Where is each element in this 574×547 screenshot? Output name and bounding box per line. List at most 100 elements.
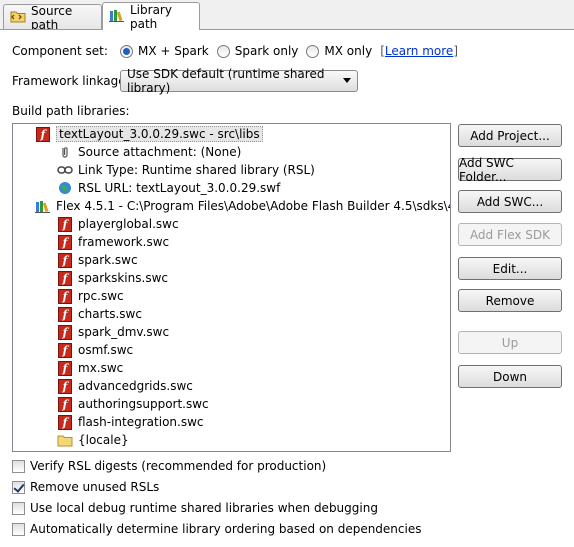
tree-item-label: RSL URL: textLayout_3.0.0.29.swf — [78, 181, 281, 195]
tree-item-label: Link Type: Runtime shared library (RSL) — [78, 163, 315, 177]
tree-item[interactable]: f textLayout_3.0.0.29.swc - src\libs — [35, 125, 263, 143]
verify-rsl-checkbox[interactable]: Verify RSL digests (recommended for prod… — [12, 459, 326, 473]
bracket-close: ] — [453, 44, 458, 58]
tab-source-path[interactable]: Source path — [3, 3, 102, 32]
tree-item[interactable]: {locale} — [57, 431, 129, 449]
tab-label: Library path — [130, 2, 172, 31]
tree-item[interactable]: f osmf.swc — [57, 341, 133, 359]
tree-item-label: spark.swc — [78, 253, 138, 267]
tab-bar: Source path Library path — [0, 0, 574, 32]
tree-item-label: advancedgrids.swc — [78, 379, 193, 393]
tree-item[interactable]: RSL URL: textLayout_3.0.0.29.swf — [57, 179, 280, 197]
component-set-row: Component set: MX + Spark Spark only MX … — [12, 44, 458, 58]
checkbox-label: Use local debug runtime shared libraries… — [30, 501, 378, 515]
learn-more-link[interactable]: Learn more — [385, 44, 453, 58]
build-path-tree[interactable]: f textLayout_3.0.0.29.swc - src\libs Sourc… — [12, 123, 451, 452]
framework-linkage-row: Framework linkage: — [12, 74, 130, 88]
radio-button[interactable] — [306, 44, 320, 58]
tree-item-label: rpc.swc — [78, 289, 124, 303]
add-swc-button[interactable]: Add SWC... — [458, 190, 562, 213]
use-local-debug-checkbox[interactable]: Use local debug runtime shared libraries… — [12, 501, 378, 515]
radio-spark-only[interactable]: Spark only — [216, 44, 299, 58]
link-chain-icon — [57, 162, 73, 178]
radio-button[interactable] — [216, 44, 230, 58]
remove-unused-rsls-checkbox[interactable]: Remove unused RSLs — [12, 480, 159, 494]
swc-file-icon: f — [57, 216, 73, 232]
tree-item-label: authoringsupport.swc — [78, 397, 209, 411]
swc-file-icon: f — [57, 324, 73, 340]
swc-file-icon: f — [57, 306, 73, 322]
add-flex-sdk-button[interactable]: Add Flex SDK — [458, 223, 562, 246]
radio-label: MX + Spark — [138, 44, 209, 58]
checkbox-box[interactable] — [12, 480, 25, 494]
source-folder-icon — [10, 9, 26, 26]
swc-file-icon: f — [57, 342, 73, 358]
tree-item[interactable]: f playerglobal.swc — [57, 215, 179, 233]
tree-item[interactable]: f sparkskins.swc — [57, 269, 168, 287]
checkbox-box[interactable] — [12, 501, 25, 515]
radio-mx-spark[interactable]: MX + Spark — [120, 44, 209, 58]
down-button[interactable]: Down — [458, 365, 562, 388]
tree-item[interactable]: f spark.swc — [57, 251, 138, 269]
tree-item-label: playerglobal.swc — [78, 217, 179, 231]
radio-label: Spark only — [234, 44, 299, 58]
add-swc-folder-button[interactable]: Add SWC Folder... — [458, 156, 562, 184]
build-path-label: Build path libraries: — [12, 104, 130, 118]
checkbox-box[interactable] — [12, 522, 25, 536]
edit-button[interactable]: Edit... — [458, 257, 562, 280]
radio-label: MX only — [324, 44, 373, 58]
radio-mx-only[interactable]: MX only — [306, 44, 372, 58]
auto-library-ordering-checkbox[interactable]: Automatically determine library ordering… — [12, 522, 421, 536]
tree-item-label: Source attachment: (None) — [78, 145, 242, 159]
tree-item[interactable]: Flex 4.5.1 - C:\Program Files\Adobe\Adob… — [35, 197, 451, 215]
up-button[interactable]: Up — [458, 331, 562, 354]
remove-button[interactable]: Remove — [458, 289, 562, 312]
library-books-icon — [35, 198, 51, 214]
tree-item[interactable]: f authoringsupport.swc — [57, 395, 209, 413]
tree-item[interactable]: f framework.swc — [57, 233, 169, 251]
tab-label: Source path — [31, 3, 73, 32]
checkbox-box[interactable] — [12, 459, 25, 473]
swc-file-icon: f — [57, 288, 73, 304]
framework-linkage-select[interactable]: Use SDK default (runtime shared library) — [120, 67, 358, 95]
checkbox-label: Automatically determine library ordering… — [30, 522, 422, 536]
tab-library-path[interactable]: Library path — [102, 2, 200, 31]
tree-item[interactable]: f rpc.swc — [57, 287, 124, 305]
swc-file-icon: f — [57, 234, 73, 250]
build-path-label-row: Build path libraries: — [12, 104, 130, 118]
swc-file-icon: f — [57, 378, 73, 394]
chevron-down-icon — [343, 78, 351, 83]
add-project-button[interactable]: Add Project... — [458, 124, 562, 147]
globe-icon — [57, 180, 73, 196]
swc-file-icon: f — [57, 360, 73, 376]
swc-file-icon: f — [57, 270, 73, 286]
tree-item-label: charts.swc — [78, 307, 142, 321]
tree-item[interactable]: f advancedgrids.swc — [57, 377, 193, 395]
tree-item-label: osmf.swc — [78, 343, 134, 357]
swc-file-icon: f — [57, 414, 73, 430]
framework-linkage-value: Use SDK default (runtime shared library) — [127, 67, 325, 95]
tree-item[interactable]: Source attachment: (None) — [57, 143, 241, 161]
framework-linkage-label: Framework linkage: — [12, 74, 130, 88]
tree-item-label: textLayout_3.0.0.29.swc - src\libs — [56, 126, 263, 142]
tree-item-label: Flex 4.5.1 - C:\Program Files\Adobe\Adob… — [56, 199, 451, 213]
tree-item-label: flash-integration.swc — [78, 415, 204, 429]
tree-item-label: {locale} — [78, 433, 129, 447]
swc-file-icon: f — [57, 252, 73, 268]
tree-item-label: framework.swc — [78, 235, 170, 249]
component-set-label: Component set: — [12, 44, 108, 58]
radio-button[interactable] — [120, 44, 133, 58]
swc-file-icon: f — [35, 126, 51, 142]
tree-item-label: sparkskins.swc — [78, 271, 168, 285]
swc-file-icon: f — [57, 396, 73, 412]
attachment-clip-icon — [57, 144, 73, 160]
folder-icon — [57, 432, 73, 448]
tree-item-label: mx.swc — [78, 361, 124, 375]
checkbox-label: Remove unused RSLs — [30, 480, 160, 494]
tree-item[interactable]: f flash-integration.swc — [57, 413, 204, 431]
tree-item[interactable]: Link Type: Runtime shared library (RSL) — [57, 161, 315, 179]
tree-item[interactable]: f mx.swc — [57, 359, 123, 377]
tree-item-label: spark_dmv.swc — [78, 325, 170, 339]
tree-item[interactable]: f spark_dmv.swc — [57, 323, 169, 341]
tree-item[interactable]: f charts.swc — [57, 305, 142, 323]
